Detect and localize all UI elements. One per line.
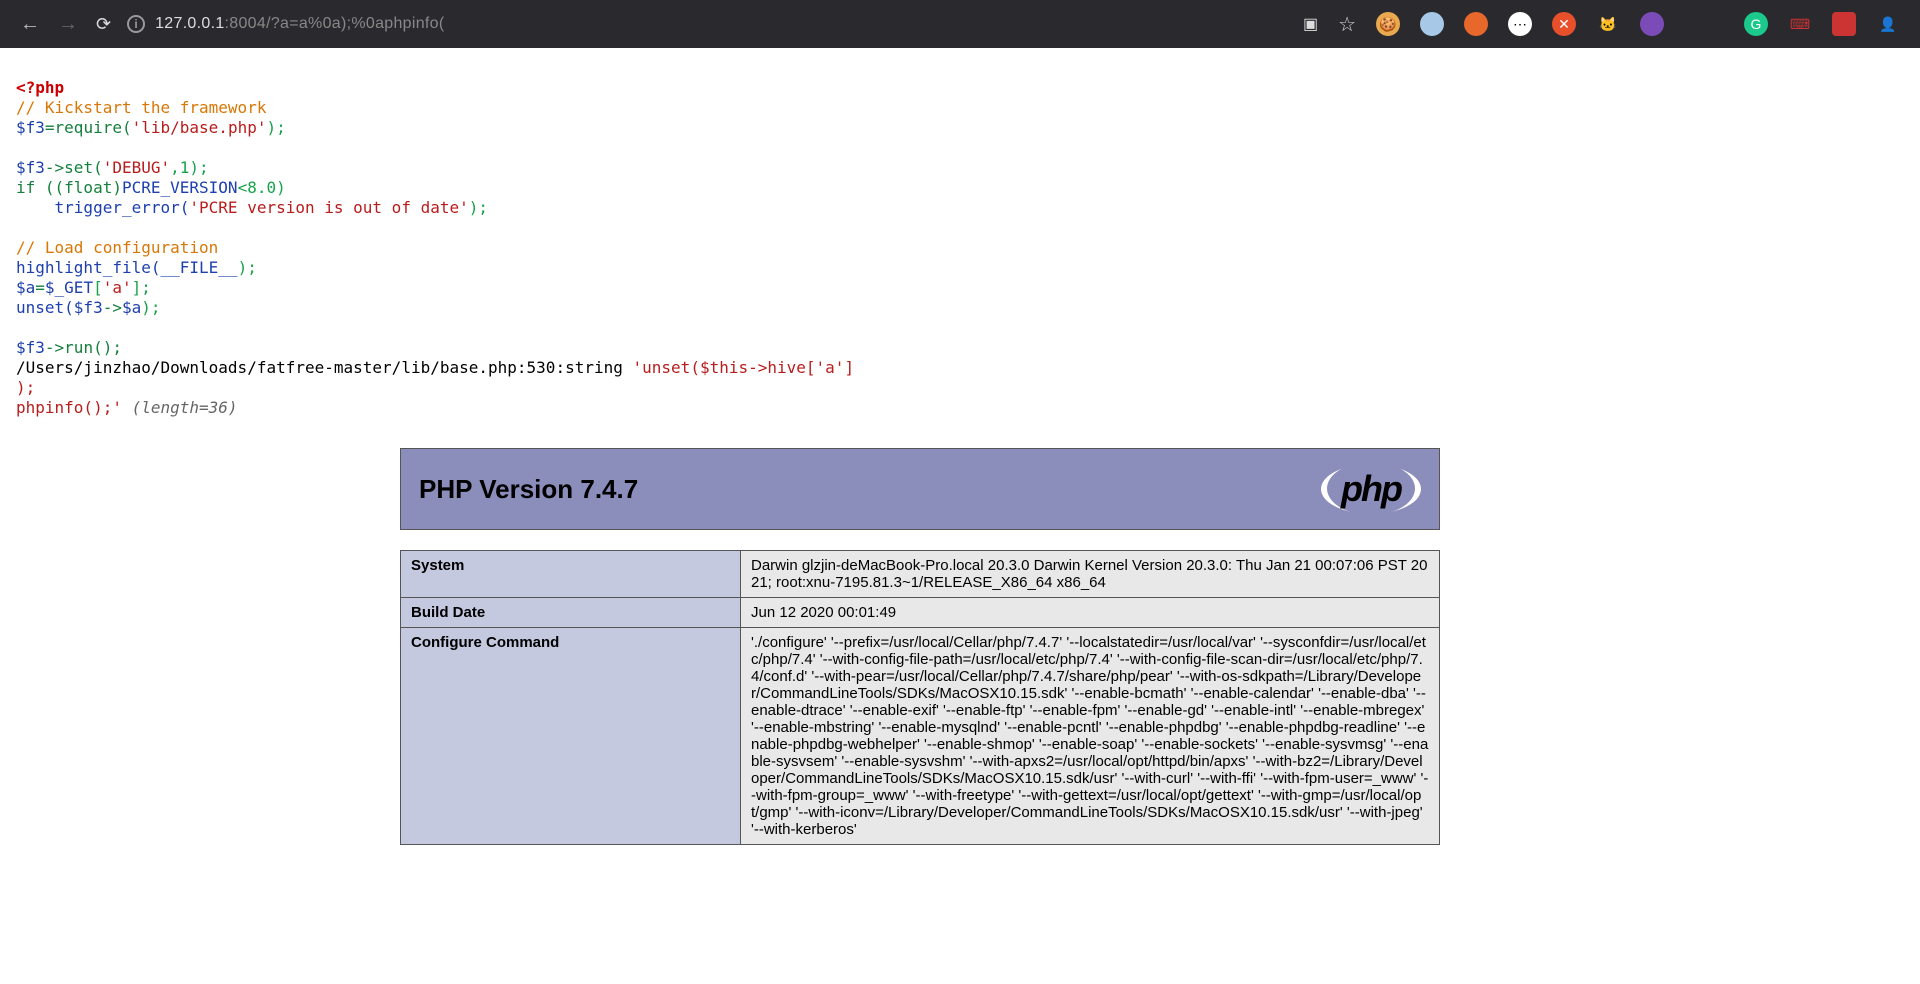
phpinfo-key: System: [401, 551, 741, 598]
site-info-icon[interactable]: i: [127, 15, 145, 33]
extension-close-icon[interactable]: ✕: [1552, 12, 1576, 36]
php-open-tag: <?php: [16, 78, 64, 97]
code-comment: // Kickstart the framework: [16, 98, 266, 117]
debug-path: /Users/jinzhao/Downloads/fatfree-master/…: [16, 358, 565, 377]
php-version-title: PHP Version 7.4.7: [419, 474, 638, 505]
phpinfo-panel: PHP Version 7.4.7 php SystemDarwin glzji…: [400, 448, 1440, 845]
url-port: :8004: [225, 15, 267, 32]
extension-orange-icon[interactable]: [1464, 12, 1488, 36]
extension-red-icon[interactable]: [1832, 12, 1856, 36]
table-row: SystemDarwin glzjin-deMacBook-Pro.local …: [401, 551, 1440, 598]
table-row: Build DateJun 12 2020 00:01:49: [401, 598, 1440, 628]
phpinfo-value: './configure' '--prefix=/usr/local/Cella…: [741, 628, 1440, 845]
code-comment: // Load configuration: [16, 238, 218, 257]
phpinfo-value: Jun 12 2020 00:01:49: [741, 598, 1440, 628]
phpinfo-table: SystemDarwin glzjin-deMacBook-Pro.local …: [400, 550, 1440, 845]
url-host: 127.0.0.1: [155, 15, 224, 32]
table-row: Configure Command'./configure' '--prefix…: [401, 628, 1440, 845]
extension-cat-icon[interactable]: 🐱: [1596, 12, 1620, 36]
extension-ninja-icon[interactable]: 👤: [1876, 12, 1900, 36]
php-logo-text: php: [1327, 462, 1415, 515]
code-highlight-area: <?php // Kickstart the framework $f3=req…: [0, 48, 1920, 428]
phpinfo-key: Build Date: [401, 598, 741, 628]
extension-purple-icon[interactable]: [1640, 12, 1664, 36]
url-path: /?a=a%0a);%0aphpinfo(: [266, 15, 444, 32]
phpinfo-value: Darwin glzjin-deMacBook-Pro.local 20.3.0…: [741, 551, 1440, 598]
php-logo: php: [1321, 464, 1421, 514]
length-info: (length=36): [122, 398, 238, 417]
extension-cookie-icon[interactable]: 🍪: [1376, 12, 1400, 36]
extension-keyboard-icon[interactable]: ⌨: [1788, 12, 1812, 36]
reload-button[interactable]: ⟳: [96, 14, 111, 35]
browser-toolbar: ← → ⟳ i 127.0.0.1:8004/?a=a%0a);%0aphpin…: [0, 0, 1920, 48]
extension-grammarly-icon[interactable]: G: [1744, 12, 1768, 36]
extension-circle-icon[interactable]: [1420, 12, 1444, 36]
url-bar[interactable]: 127.0.0.1:8004/?a=a%0a);%0aphpinfo(: [155, 15, 444, 33]
phpinfo-header: PHP Version 7.4.7 php: [400, 448, 1440, 530]
bookmark-star-icon[interactable]: ☆: [1338, 12, 1356, 37]
phpinfo-key: Configure Command: [401, 628, 741, 845]
toolbar-right: ▣ ☆ 🍪 ⋯ ✕ 🐱 G ⌨ 👤: [1303, 12, 1900, 37]
nav-buttons: ← → ⟳: [20, 13, 111, 36]
url-section: i 127.0.0.1:8004/?a=a%0a);%0aphpinfo(: [127, 15, 1287, 33]
install-app-icon[interactable]: ▣: [1303, 14, 1318, 34]
back-button[interactable]: ←: [20, 13, 40, 36]
forward-button[interactable]: →: [58, 13, 78, 36]
extension-dots-icon[interactable]: ⋯: [1508, 12, 1532, 36]
